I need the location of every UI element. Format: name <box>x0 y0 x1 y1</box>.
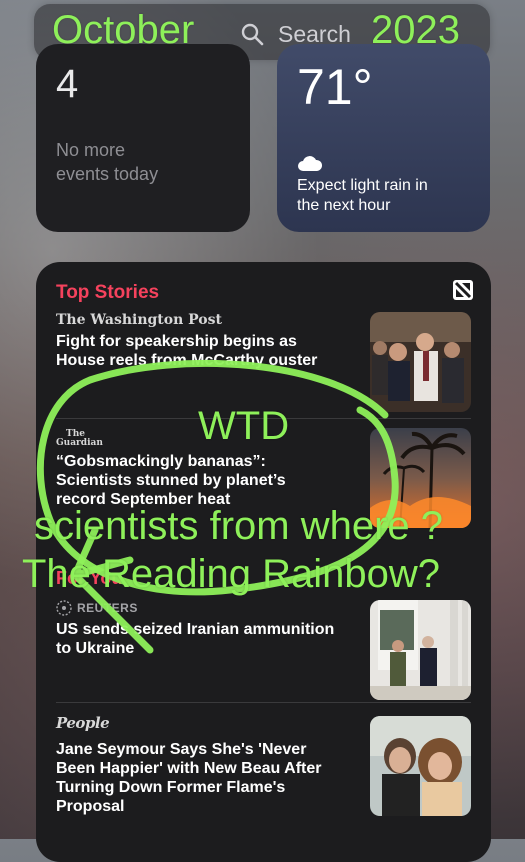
story-headline-line: Turning Down Former Flame's <box>56 779 286 796</box>
story-headline-line: Scientists stunned by planet’s <box>56 472 286 489</box>
calendar-status-line2: events today <box>56 164 159 184</box>
story-headline-line: Proposal <box>56 798 125 815</box>
story-headline-line: Been Happier' with New Beau After <box>56 760 322 777</box>
calendar-widget[interactable]: 4 No more events today <box>36 44 250 232</box>
reuters-label: REUTERS <box>77 601 138 615</box>
weather-forecast-line2: the next hour <box>297 197 391 214</box>
annotation-question-rainbow: The Reading Rainbow? <box>22 552 441 596</box>
story-source-wapo: The Washington Post <box>56 312 222 328</box>
calendar-day: 4 <box>56 62 79 106</box>
story-headline: US sends seized Iranian ammunition to Uk… <box>56 620 356 658</box>
weather-forecast-line1: Expect light rain in <box>297 177 428 194</box>
reuters-logo-icon <box>56 600 72 616</box>
weather-widget[interactable]: 71° Expect light rain in the next hour <box>277 44 490 232</box>
annotation-question-scientists: scientists from where ? <box>34 504 444 548</box>
story-source-reuters: REUTERS <box>56 600 356 616</box>
apple-news-icon <box>453 280 473 300</box>
story-item[interactable]: REUTERS US sends seized Iranian ammuniti… <box>56 600 356 658</box>
story-thumbnail[interactable] <box>370 312 471 412</box>
story-photo <box>370 600 471 700</box>
story-headline-line: to Ukraine <box>56 640 135 657</box>
annotation-month: October <box>52 8 195 52</box>
calendar-status-line1: No more <box>56 140 126 160</box>
story-source-people: People <box>56 714 110 732</box>
story-headline-line: Jane Seymour Says She's 'Never <box>56 741 307 758</box>
story-headline-line: US sends seized Iranian ammunition <box>56 621 335 638</box>
top-stories-title: Top Stories <box>56 282 160 303</box>
weather-temperature: 71° <box>297 59 373 115</box>
story-headline-line: Fight for speakership begins as <box>56 333 297 350</box>
story-headline: Fight for speakership begins as House re… <box>56 332 356 370</box>
story-headline: Jane Seymour Says She's 'Never Been Happ… <box>56 740 356 816</box>
story-thumbnail[interactable] <box>370 600 471 700</box>
story-headline-line: House reels from McCarthy ouster <box>56 352 318 369</box>
story-thumbnail[interactable] <box>370 716 471 816</box>
story-headline: “Gobsmackingly bananas”: Scientists stun… <box>56 452 356 509</box>
calendar-status: No more events today <box>56 138 206 186</box>
story-item[interactable]: The Washington Post Fight for speakershi… <box>56 312 356 370</box>
story-item[interactable]: People Jane Seymour Says She's 'Never Be… <box>56 714 356 816</box>
annotation-year: 2023 <box>371 8 460 52</box>
search-icon <box>241 23 264 46</box>
story-headline-line: “Gobsmackingly bananas”: <box>56 453 266 470</box>
cloud-icon <box>298 156 323 171</box>
story-photo <box>370 716 471 816</box>
weather-forecast: Expect light rain in the next hour <box>297 176 477 216</box>
story-photo <box>370 312 471 412</box>
divider <box>56 702 471 703</box>
annotation-wtd: WTD <box>198 404 290 448</box>
